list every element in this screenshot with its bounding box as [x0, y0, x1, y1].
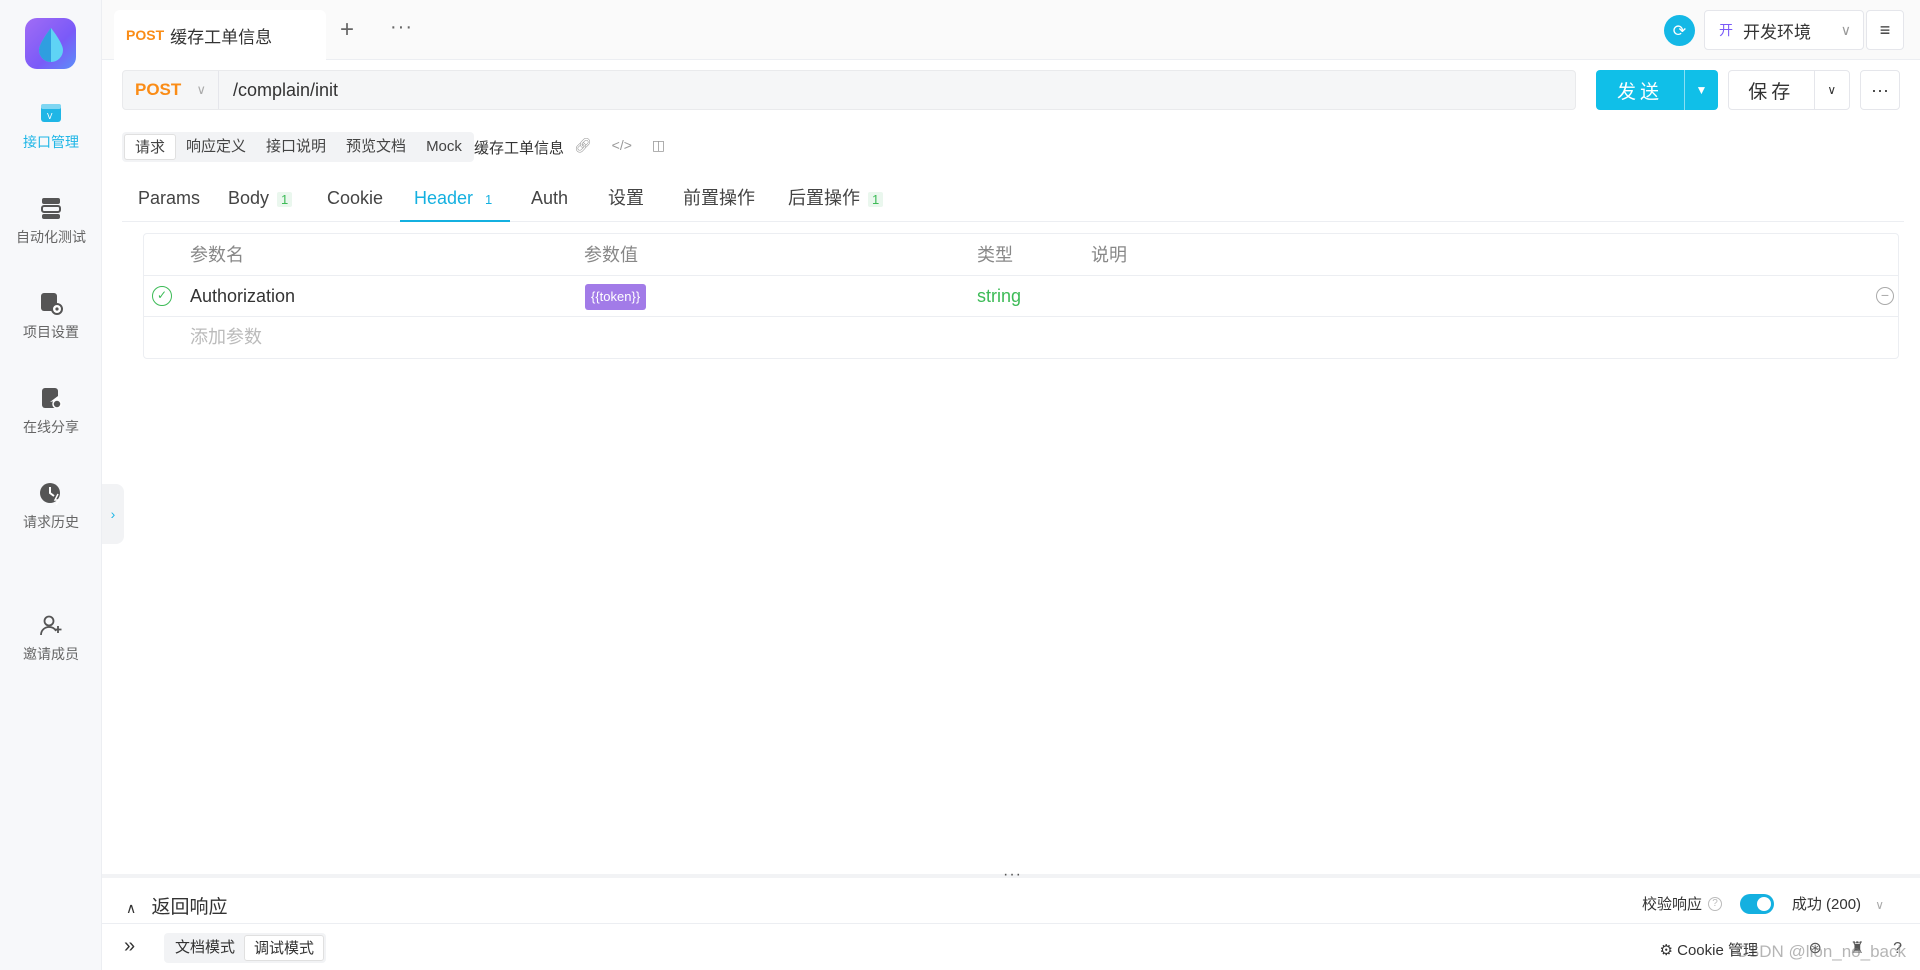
table-header-row: 参数名 参数值 类型 说明	[144, 234, 1898, 276]
invite-member-icon	[40, 615, 62, 636]
validate-toggle[interactable]	[1740, 893, 1774, 914]
tab-pre-operations[interactable]: 前置操作	[683, 178, 755, 222]
code-icon[interactable]: </>	[612, 137, 632, 153]
droplet-logo-icon	[38, 27, 63, 62]
ellipsis-icon: ···	[1871, 79, 1889, 100]
env-badge: 开	[1719, 22, 1733, 38]
method-label: POST	[135, 80, 182, 99]
tab-params[interactable]: Params	[138, 178, 200, 222]
app-logo[interactable]	[25, 18, 76, 69]
tab-preview-doc[interactable]: 预览文档	[336, 134, 416, 160]
url-input[interactable]: /complain/init	[219, 80, 338, 101]
breadcrumb: 缓存工单信息	[474, 140, 565, 157]
param-name[interactable]: Authorization	[190, 275, 295, 317]
table-row: ✓ Authorization {{token}} string −	[144, 275, 1898, 317]
header-params-table: 参数名 参数值 类型 说明 ✓ Authorization {{token}} …	[143, 233, 1899, 359]
footer-bar: » 文档模式 调试模式 ⚙︎ Cookie 管理 ⊛ ♜ ? CSDN @lio…	[102, 924, 1920, 970]
more-actions-button[interactable]: ···	[1860, 70, 1900, 110]
tab-auth[interactable]: Auth	[531, 178, 568, 222]
response-toggle[interactable]: ∧ 返回响应	[126, 892, 228, 919]
save-label: 保存	[1748, 81, 1795, 103]
watermark-text: CSDN @lion_no_back	[1735, 942, 1906, 961]
remove-row-icon[interactable]: −	[1876, 287, 1894, 305]
chevron-up-icon: ∧	[126, 900, 137, 916]
sync-icon[interactable]: ⟳	[1664, 15, 1695, 46]
response-bar: ∧ 返回响应 校验响应 ? 成功 (200) ∨	[102, 880, 1920, 924]
token-variable-badge[interactable]: {{token}}	[585, 284, 647, 310]
sidebar-item-invite-member[interactable]: 邀请成员	[0, 612, 102, 664]
tab-mock[interactable]: Mock	[416, 134, 472, 160]
tab-method-label: POST	[126, 27, 165, 43]
column-header-type: 类型	[977, 245, 1013, 265]
split-panel-icon[interactable]: ◫	[652, 137, 665, 153]
debug-mode-button[interactable]: 调试模式	[244, 935, 325, 961]
tab-cookie[interactable]: Cookie	[327, 178, 383, 222]
request-param-tabs: Params Body 1 Cookie Header 1 Auth 设置 前置操作…	[122, 178, 1904, 222]
send-dropdown-chevron-icon[interactable]: ▼	[1684, 70, 1718, 110]
automation-test-icon	[41, 198, 61, 219]
column-header-value: 参数值	[584, 245, 638, 265]
column-header-name: 参数名	[190, 245, 244, 265]
sidebar-item-online-share[interactable]: 在线分享	[0, 385, 102, 437]
api-management-icon: V	[41, 104, 61, 122]
project-settings-icon	[41, 293, 63, 315]
tab-title: 缓存工单信息	[170, 27, 273, 47]
request-section-tabs: 请求 响应定义 接口说明 预览文档 Mock	[122, 132, 474, 162]
column-header-description: 说明	[1091, 245, 1127, 265]
cookie-icon: ⚙︎	[1659, 942, 1678, 959]
param-type[interactable]: string	[977, 275, 1021, 317]
url-bar: POST ∨ /complain/init	[122, 70, 1576, 110]
sidebar-item-api-management[interactable]: V 接口管理	[0, 100, 102, 152]
add-param-row: 添加参数	[144, 316, 1898, 358]
chevron-down-icon: ∨	[1875, 898, 1884, 912]
enabled-checkbox[interactable]: ✓	[152, 286, 172, 306]
environment-select[interactable]: 开 开发环境 ∨	[1704, 10, 1864, 50]
breadcrumb-actions: 🔗︎ </> ◫	[574, 137, 681, 154]
help-icon[interactable]: ?	[1708, 896, 1722, 911]
tab-body[interactable]: Body 1	[228, 178, 293, 222]
sidebar-item-request-history[interactable]: 请求历史	[0, 480, 102, 532]
env-label: 开发环境	[1743, 22, 1811, 42]
tab-request[interactable]: 请求	[124, 134, 177, 160]
expand-icon[interactable]: »	[124, 935, 135, 958]
tab-active-request[interactable]: POST 缓存工单信息	[114, 10, 326, 60]
tab-settings[interactable]: 设置	[608, 178, 644, 222]
sidebar-item-project-settings[interactable]: 项目设置	[0, 290, 102, 342]
chevron-down-icon: ∨	[196, 82, 206, 97]
save-dropdown-chevron-icon[interactable]: ∨	[1813, 71, 1849, 109]
chevron-down-icon: ∨	[1840, 21, 1851, 38]
mode-switch: 文档模式 调试模式	[164, 933, 327, 963]
add-tab-button[interactable]: +	[340, 18, 354, 42]
sidebar: V 接口管理 自动化测试 项目设置 在线分享 请求历史 邀请成员	[0, 0, 102, 970]
tab-api-description[interactable]: 接口说明	[256, 134, 336, 160]
menu-button[interactable]: ≡	[1866, 10, 1904, 50]
response-title: 返回响应	[151, 897, 228, 918]
validate-label: 校验响应	[1641, 896, 1702, 913]
hamburger-icon: ≡	[1879, 19, 1891, 40]
tab-response-definition[interactable]: 响应定义	[176, 134, 256, 160]
save-button[interactable]: 保存 ∨	[1728, 70, 1850, 110]
tab-header[interactable]: Header 1	[400, 178, 511, 222]
add-param-input[interactable]: 添加参数	[190, 316, 262, 358]
online-share-icon	[42, 388, 62, 409]
sidebar-expand-handle[interactable]: ›	[102, 484, 124, 544]
doc-mode-button[interactable]: 文档模式	[166, 935, 244, 961]
status-label: 成功 (200)	[1791, 896, 1862, 913]
sidebar-item-automation-test[interactable]: 自动化测试	[0, 195, 102, 247]
send-button[interactable]: 发送 ▼	[1596, 70, 1718, 110]
request-history-icon	[40, 483, 61, 506]
link-icon[interactable]: 🔗︎	[574, 137, 592, 153]
method-select[interactable]: POST ∨	[123, 71, 219, 109]
more-tabs-button[interactable]: ···	[390, 16, 413, 39]
svg-text:V: V	[47, 112, 53, 121]
tab-post-operations[interactable]: 后置操作 1	[788, 178, 884, 222]
tab-bar: POST 缓存工单信息 + ··· ⟳ 开 开发环境 ∨ ≡	[102, 0, 1920, 60]
response-status-select[interactable]: 成功 (200) ∨	[1792, 893, 1884, 914]
chevron-right-icon: ›	[110, 506, 116, 522]
validate-response: 校验响应 ?	[1642, 893, 1774, 914]
send-label: 发送	[1616, 81, 1663, 103]
